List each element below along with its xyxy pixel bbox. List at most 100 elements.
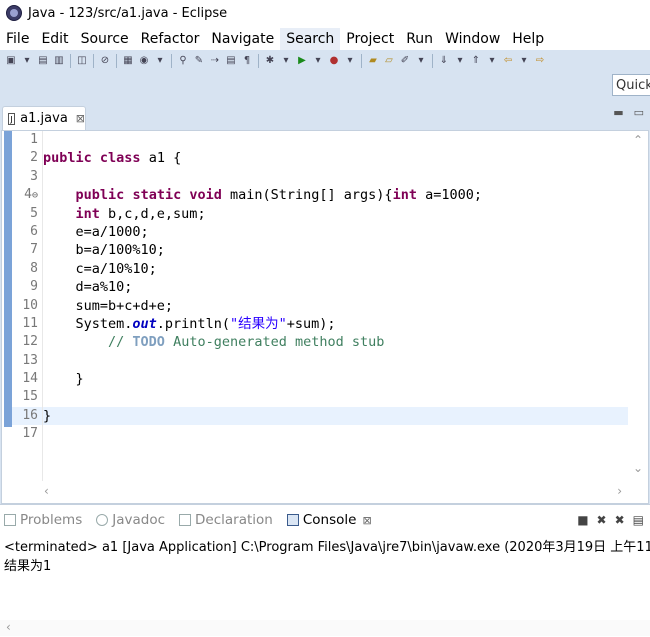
menu-refactor[interactable]: Refactor: [135, 28, 206, 50]
print-icon[interactable]: ◫: [75, 54, 89, 68]
paragraph-icon[interactable]: ¶: [240, 54, 254, 68]
code-line-16: }: [43, 406, 629, 426]
new-class-icon[interactable]: ◉: [137, 54, 151, 68]
toolbar-separator: [70, 54, 71, 68]
code-editor[interactable]: 1 2 3 4⊖ 5 6 7 8 9 10 11 12 13 14 15 16 …: [1, 130, 649, 504]
highlight-icon[interactable]: ✎: [192, 54, 206, 68]
remove-launch-icon[interactable]: ✖: [597, 513, 607, 527]
back-icon[interactable]: ⇦: [501, 54, 515, 68]
scroll-down-icon[interactable]: ⌄: [633, 461, 643, 475]
previous-annotation-icon[interactable]: ⇑: [469, 54, 483, 68]
dropdown-icon[interactable]: ▾: [343, 54, 357, 68]
tab-problems[interactable]: Problems: [4, 512, 82, 528]
scroll-left-icon[interactable]: ‹: [6, 620, 11, 634]
code-line-14: }: [43, 371, 84, 388]
open-folder-icon[interactable]: ▰: [366, 54, 380, 68]
external-tools-icon[interactable]: ●: [327, 54, 341, 68]
code-text[interactable]: public class a1 { public static void mai…: [42, 131, 629, 481]
next-annotation-icon[interactable]: ⇓: [437, 54, 451, 68]
dropdown-icon[interactable]: ▾: [485, 54, 499, 68]
line-number-gutter: 1 2 3 4⊖ 5 6 7 8 9 10 11 12 13 14 15 16 …: [12, 131, 42, 481]
menu-search[interactable]: Search: [280, 28, 341, 50]
pen-icon[interactable]: ✐: [398, 54, 412, 68]
scroll-up-icon[interactable]: ⌃: [633, 133, 643, 147]
dropdown-icon[interactable]: ▾: [414, 54, 428, 68]
open-type-icon[interactable]: ⚲: [176, 54, 190, 68]
tab-label: Problems: [20, 512, 83, 528]
scroll-left-icon[interactable]: ‹: [44, 484, 49, 498]
code-line-11: System.out.println("结果为"+sum);: [43, 315, 336, 332]
code-line-2: public class a1 {: [43, 150, 182, 167]
change-marker: [4, 131, 12, 408]
code-line-10: sum=b+c+d+e;: [43, 297, 174, 314]
editor-vertical-scrollbar[interactable]: ⌃ ⌄: [628, 131, 648, 481]
console-icon: [286, 514, 299, 526]
dropdown-icon[interactable]: ▾: [20, 54, 34, 68]
menu-window[interactable]: Window: [439, 28, 506, 50]
editor-tab-a1-java[interactable]: J a1.java ⊠: [2, 106, 86, 130]
line-number: 2: [30, 150, 38, 166]
terminate-icon[interactable]: ■: [577, 513, 588, 527]
editor-tabs: J a1.java ⊠: [0, 106, 650, 130]
menu-file[interactable]: File: [0, 28, 35, 50]
line-number-text: 4: [24, 187, 32, 203]
eclipse-icon: [6, 5, 22, 21]
toolbar-separator: [93, 54, 94, 68]
title-bar: Java - 123/src/a1.java - Eclipse: [0, 0, 650, 26]
dropdown-icon[interactable]: ▾: [153, 54, 167, 68]
dropdown-icon[interactable]: ▾: [453, 54, 467, 68]
save-all-icon[interactable]: ▥: [52, 54, 66, 68]
line-number: 6: [30, 223, 38, 239]
show-whitespace-icon[interactable]: ▤: [224, 54, 238, 68]
close-icon[interactable]: ⊠: [362, 514, 371, 527]
run-icon[interactable]: ▶: [295, 54, 309, 68]
tab-label: Declaration: [195, 512, 273, 528]
scroll-lock-icon[interactable]: ▤: [633, 513, 644, 527]
skip-breakpoints-icon[interactable]: ⊘: [98, 54, 112, 68]
forward-icon[interactable]: ⇨: [533, 54, 547, 68]
toolbar-separator: [116, 54, 117, 68]
line-number: 1: [30, 132, 38, 147]
quick-access-field[interactable]: Quick: [612, 74, 650, 96]
mark-occurrences-icon[interactable]: ⇢: [208, 54, 222, 68]
tab-label: Console: [302, 512, 357, 528]
save-icon[interactable]: ▤: [36, 54, 50, 68]
editor-horizontal-scrollbar[interactable]: ‹ ›: [42, 483, 626, 501]
maximize-icon[interactable]: ▭: [634, 106, 644, 119]
window-title: Java - 123/src/a1.java - Eclipse: [28, 5, 228, 21]
code-line-6: e=a/1000;: [43, 223, 149, 240]
tab-console[interactable]: Console ⊠: [286, 512, 372, 528]
close-icon[interactable]: ⊠: [76, 112, 85, 125]
menu-source[interactable]: Source: [75, 28, 135, 50]
line-number: 4⊖: [12, 186, 42, 204]
dropdown-icon[interactable]: ▾: [311, 54, 325, 68]
menu-run[interactable]: Run: [400, 28, 439, 50]
new-java-package-icon[interactable]: ▦: [121, 54, 135, 68]
line-number: 15: [22, 389, 38, 405]
fold-icon[interactable]: ⊖: [32, 190, 38, 201]
line-number: 5: [30, 205, 38, 221]
console-horizontal-scrollbar[interactable]: ‹: [0, 620, 650, 636]
console-output: 结果为1: [4, 559, 52, 574]
debug-icon[interactable]: ✱: [263, 54, 277, 68]
toolbar-separator: [361, 54, 362, 68]
minimize-icon[interactable]: ▬: [613, 106, 623, 119]
dropdown-icon[interactable]: ▾: [517, 54, 531, 68]
problems-icon: [4, 514, 16, 526]
scroll-right-icon[interactable]: ›: [617, 484, 622, 498]
toolbar-separator: [171, 54, 172, 68]
open-task-icon[interactable]: ▱: [382, 54, 396, 68]
new-icon[interactable]: ▣: [4, 54, 18, 68]
line-number: 17: [22, 426, 38, 442]
remove-all-terminated-icon[interactable]: ✖: [615, 513, 625, 527]
line-number: 13: [22, 352, 38, 368]
tab-declaration[interactable]: Declaration: [179, 512, 273, 528]
menu-help[interactable]: Help: [506, 28, 550, 50]
tab-javadoc[interactable]: Javadoc: [96, 512, 165, 528]
console-controls: ■ ✖ ✖ ▤: [577, 513, 644, 527]
menu-navigate[interactable]: Navigate: [205, 28, 280, 50]
menu-edit[interactable]: Edit: [35, 28, 74, 50]
dropdown-icon[interactable]: ▾: [279, 54, 293, 68]
menu-project[interactable]: Project: [340, 28, 400, 50]
